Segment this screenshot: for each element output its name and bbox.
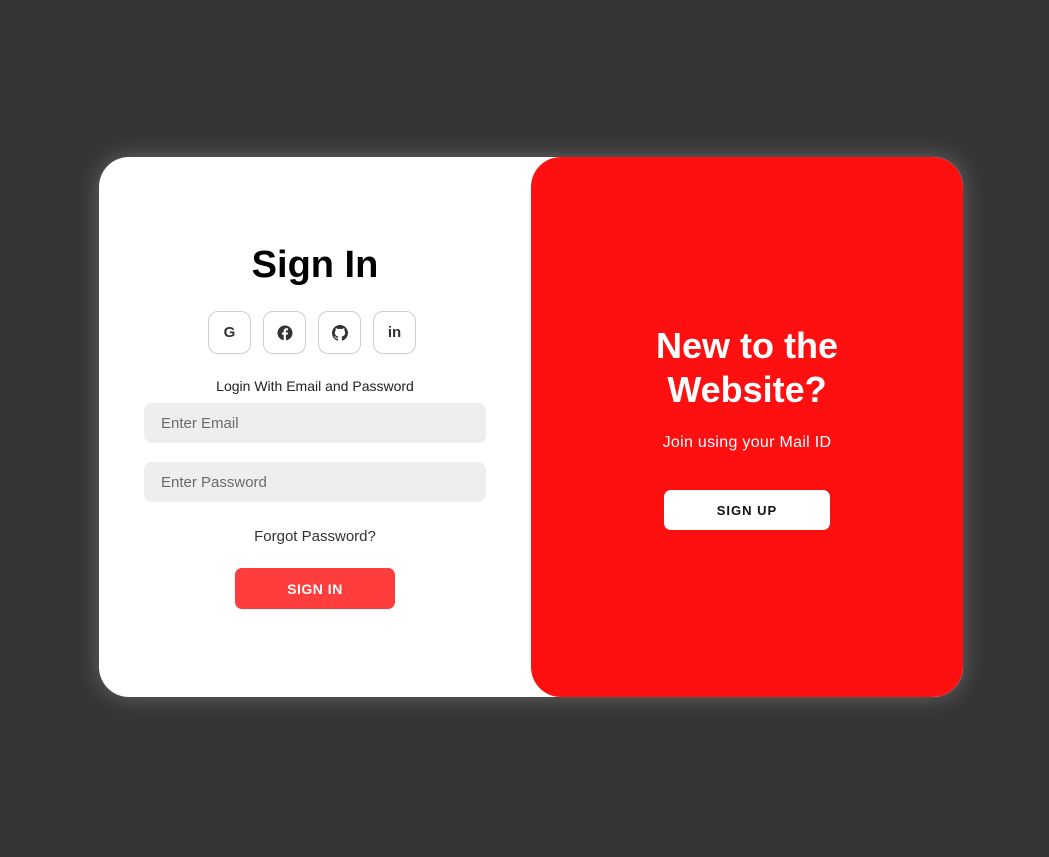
signup-subtitle: Join using your Mail ID [662,434,832,451]
login-hint: Login With Email and Password [216,378,414,394]
signup-title: New to the Website? [531,324,963,412]
google-icon: G [223,324,236,341]
google-login-button[interactable]: G [208,311,251,354]
github-icon [331,324,348,341]
signin-panel: Sign In G in Login With Email and Passwo… [99,157,531,697]
forgot-password-link[interactable]: Forgot Password? [99,528,531,545]
email-field[interactable] [144,403,486,443]
password-field[interactable] [144,462,486,502]
sign-in-button[interactable]: SIGN IN [235,568,395,609]
social-login-row: G in [208,311,416,354]
facebook-icon [277,325,292,340]
auth-card: Sign In G in Login With Email and Passwo… [99,157,963,697]
signup-title-line2: Website? [667,369,827,410]
signin-title: Sign In [251,244,379,286]
linkedin-login-button[interactable]: in [373,311,416,354]
signup-panel: New to the Website? Join using your Mail… [531,157,963,697]
facebook-login-button[interactable] [263,311,306,354]
sign-up-button[interactable]: SIGN UP [664,490,830,530]
linkedin-icon: in [387,324,402,341]
signup-title-line1: New to the [655,325,838,366]
github-login-button[interactable] [318,311,361,354]
